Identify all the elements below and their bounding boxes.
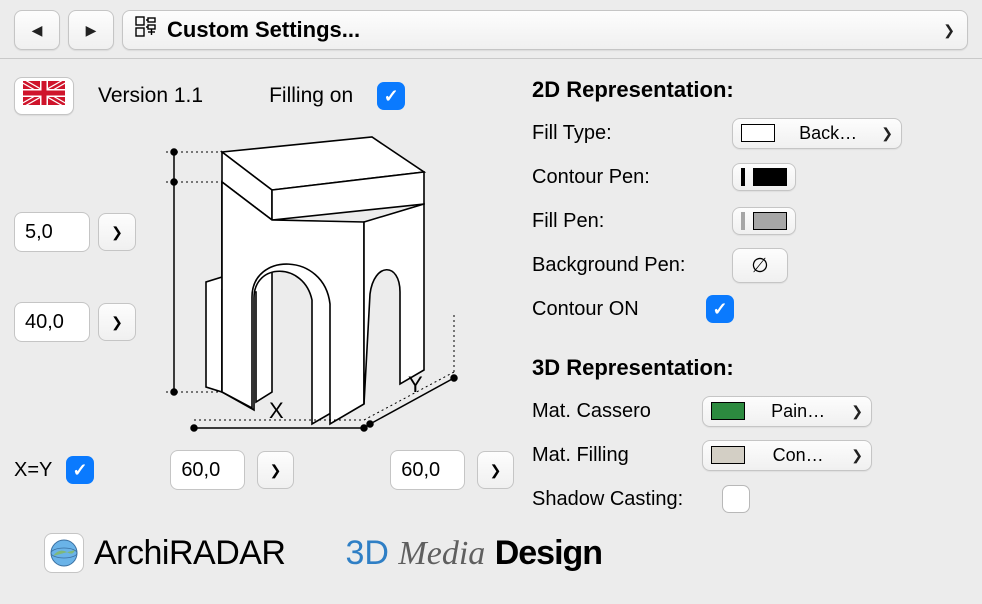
xy-equal-label: X=Y [14, 459, 52, 482]
material-swatch-icon [711, 446, 745, 464]
nav-back-button[interactable]: ◀ [14, 10, 60, 50]
pen-color-swatch [753, 168, 787, 186]
top-toolbar: ◀ ▶ Custom Settings... ❯ [0, 0, 982, 59]
title-text: Custom Settings... [167, 17, 933, 43]
chevron-right-icon: ❯ [490, 462, 502, 479]
top-thickness-input-group: 5,0 ❯ [14, 212, 136, 252]
xy-equal-checkbox[interactable]: ✓ [66, 456, 93, 484]
y-stepper[interactable]: ❯ [477, 451, 514, 489]
check-icon: ✓ [712, 299, 727, 320]
fill-swatch-icon [741, 124, 775, 142]
mat-cassero-label: Mat. Cassero [532, 400, 702, 423]
mat-cassero-dropdown[interactable]: Pain… ❯ [702, 396, 872, 427]
fill-pen-picker[interactable] [732, 207, 796, 235]
top-thickness-stepper[interactable]: ❯ [98, 213, 136, 251]
settings-icon [135, 16, 157, 44]
height-stepper[interactable]: ❯ [98, 303, 136, 341]
contour-on-checkbox[interactable]: ✓ [706, 295, 734, 323]
fill-pen-label: Fill Pen: [532, 210, 732, 233]
mat-filling-dropdown[interactable]: Con… ❯ [702, 440, 872, 471]
globe-icon [44, 533, 84, 573]
mat-cassero-value: Pain… [771, 401, 825, 422]
logo-design-text: Design [495, 534, 602, 572]
object-diagram: X Y [154, 112, 489, 442]
rep3d-heading: 3D Representation: [532, 355, 968, 381]
xy-row: X=Y ✓ 60,0 ❯ 60,0 ❯ [14, 450, 514, 490]
chevron-right-icon: ❯ [111, 224, 123, 241]
chevron-right-icon: ❯ [111, 314, 123, 331]
x-axis-label: X [269, 398, 284, 423]
contour-pen-picker[interactable] [732, 163, 796, 191]
x-stepper[interactable]: ❯ [257, 451, 294, 489]
y-axis-label: Y [408, 372, 423, 397]
height-input[interactable]: 40,0 [14, 302, 90, 342]
pen-weight-icon [741, 168, 745, 186]
pen-weight-icon [741, 212, 745, 230]
flag-uk-icon [23, 81, 65, 111]
3d-media-design-logo: 3D Media Design [345, 534, 602, 573]
height-input-group: 40,0 ❯ [14, 302, 136, 342]
logo-3d-text: 3D [345, 534, 388, 572]
check-icon: ✓ [72, 460, 87, 481]
rep2d-heading: 2D Representation: [532, 77, 968, 103]
bg-pen-picker[interactable]: ∅ [732, 248, 788, 283]
chevron-right-icon: ❯ [851, 403, 863, 420]
filling-on-label: Filling on [269, 84, 353, 108]
archiradar-logo: ArchiRADAR [44, 533, 285, 573]
y-input[interactable]: 60,0 [390, 450, 465, 490]
shadow-casting-label: Shadow Casting: [532, 488, 722, 511]
chevron-right-icon: ▶ [86, 22, 97, 39]
check-icon: ✓ [384, 86, 399, 107]
logo-media-text: Media [398, 535, 485, 572]
fill-type-dropdown[interactable]: Back… ❯ [732, 118, 902, 149]
none-icon: ∅ [751, 253, 768, 278]
fill-type-label: Fill Type: [532, 122, 732, 145]
mat-filling-label: Mat. Filling [532, 444, 702, 467]
archiradar-text: ArchiRADAR [94, 534, 285, 573]
version-label: Version 1.1 [98, 84, 203, 108]
contour-on-label: Contour ON [532, 298, 706, 321]
material-swatch-icon [711, 402, 745, 420]
chevron-left-icon: ◀ [32, 22, 43, 39]
fill-type-value: Back… [799, 123, 857, 144]
right-column: 2D Representation: Fill Type: Back… ❯ Co… [532, 77, 968, 523]
title-dropdown[interactable]: Custom Settings... ❯ [122, 10, 968, 50]
contour-pen-label: Contour Pen: [532, 166, 732, 189]
left-column: Version 1.1 Filling on ✓ [14, 77, 514, 497]
chevron-right-icon: ❯ [270, 462, 282, 479]
nav-forward-button[interactable]: ▶ [68, 10, 114, 50]
shadow-casting-checkbox[interactable] [722, 485, 750, 513]
filling-on-checkbox[interactable]: ✓ [377, 82, 405, 110]
chevron-right-icon: ❯ [943, 22, 955, 39]
pen-color-swatch [753, 212, 787, 230]
content-area: Version 1.1 Filling on ✓ [0, 59, 982, 583]
language-button[interactable] [14, 77, 74, 115]
chevron-right-icon: ❯ [851, 447, 863, 464]
x-input[interactable]: 60,0 [170, 450, 245, 490]
bg-pen-label: Background Pen: [532, 254, 732, 277]
mat-filling-value: Con… [773, 445, 824, 466]
logo-bar: ArchiRADAR 3D Media Design [14, 523, 968, 573]
top-thickness-input[interactable]: 5,0 [14, 212, 90, 252]
chevron-right-icon: ❯ [881, 125, 893, 142]
